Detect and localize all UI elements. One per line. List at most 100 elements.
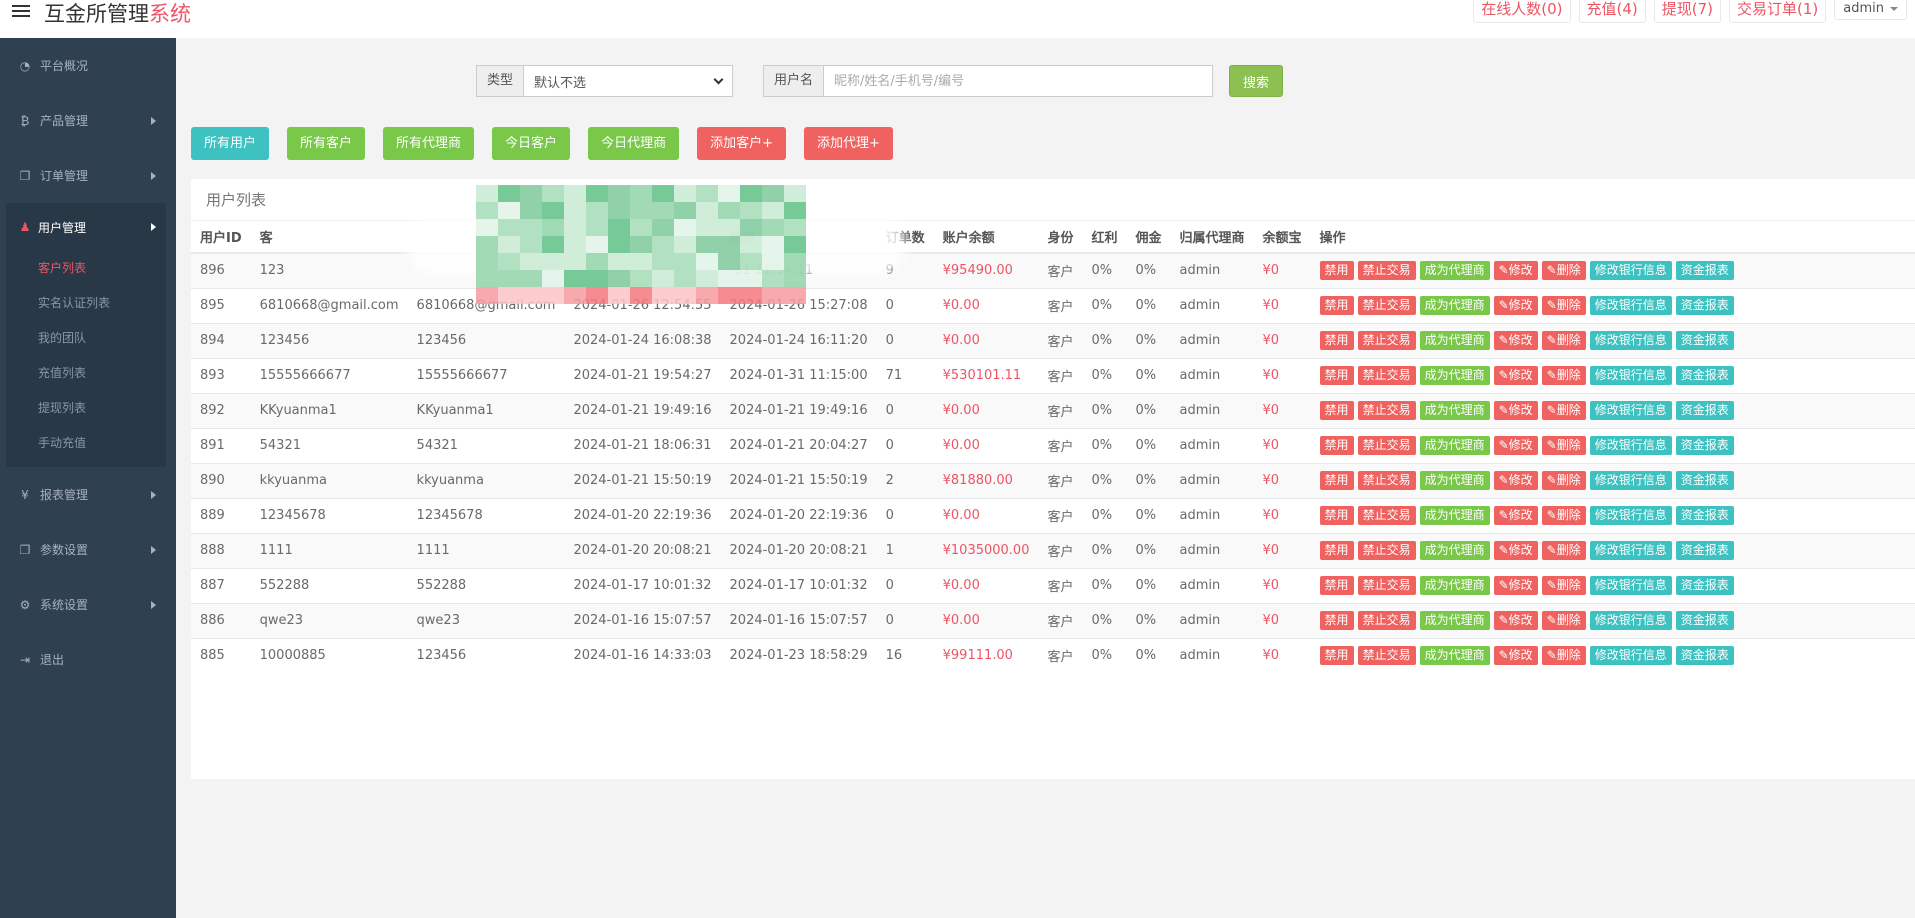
action-button[interactable]: 修改银行信息 [1589, 646, 1672, 666]
action-button[interactable]: ✎删除 [1541, 401, 1586, 420]
submenu-item[interactable]: 提现列表 [6, 391, 166, 426]
action-button[interactable]: ✎删除 [1541, 331, 1586, 350]
action-button[interactable]: ✎修改 [1493, 576, 1538, 595]
search-button[interactable]: 搜索 [1229, 65, 1284, 97]
action-button[interactable]: 禁止交易 [1357, 296, 1416, 315]
submenu-item[interactable]: 客户列表 [6, 251, 166, 286]
action-button[interactable]: 禁用 [1319, 296, 1354, 315]
action-button[interactable]: 禁用 [1319, 541, 1354, 560]
action-button[interactable]: 禁用 [1319, 401, 1354, 420]
action-button[interactable]: 禁用 [1319, 646, 1354, 666]
action-button[interactable]: 修改银行信息 [1589, 331, 1672, 350]
action-button[interactable]: 禁用 [1319, 506, 1354, 525]
action-button[interactable]: 成为代理商 [1419, 646, 1490, 666]
admin-dropdown[interactable]: admin [1834, 0, 1907, 20]
action-button[interactable]: 资金报表 [1675, 646, 1734, 666]
filter-button[interactable]: 添加代理+ [803, 127, 893, 160]
action-button[interactable]: 禁止交易 [1357, 331, 1416, 350]
action-button[interactable]: ✎修改 [1493, 471, 1538, 490]
submenu-item[interactable]: 充值列表 [6, 356, 166, 391]
action-button[interactable]: 资金报表 [1675, 471, 1734, 490]
action-button[interactable]: ✎删除 [1541, 296, 1586, 315]
action-button[interactable]: 禁用 [1319, 611, 1354, 630]
action-button[interactable]: 禁用 [1319, 576, 1354, 595]
action-button[interactable]: ✎删除 [1541, 366, 1586, 385]
action-button[interactable]: 禁止交易 [1357, 541, 1416, 560]
filter-button[interactable]: 今日客户 [492, 127, 571, 160]
action-button[interactable]: ✎删除 [1541, 576, 1586, 595]
action-button[interactable]: 修改银行信息 [1589, 296, 1672, 315]
action-button[interactable]: 禁止交易 [1357, 436, 1416, 455]
action-button[interactable]: 禁止交易 [1357, 471, 1416, 490]
action-button[interactable]: 修改银行信息 [1589, 576, 1672, 595]
action-button[interactable]: 资金报表 [1675, 296, 1734, 315]
action-button[interactable]: 禁止交易 [1357, 506, 1416, 525]
action-button[interactable]: 禁用 [1319, 366, 1354, 385]
action-button[interactable]: 成为代理商 [1419, 296, 1490, 315]
action-button[interactable]: 修改银行信息 [1589, 611, 1672, 630]
action-button[interactable]: ✎删除 [1541, 611, 1586, 630]
action-button[interactable]: 禁用 [1319, 261, 1354, 281]
filter-button[interactable]: 所有代理商 [383, 127, 475, 160]
action-button[interactable]: ✎修改 [1493, 296, 1538, 315]
sidebar-item-user-management-header[interactable]: ♟ 用户管理 [6, 203, 166, 251]
action-button[interactable]: 成为代理商 [1419, 541, 1490, 560]
submenu-item[interactable]: 手动充值 [6, 426, 166, 461]
menu-toggle-icon[interactable] [12, 2, 30, 18]
sidebar-item[interactable]: ⇥ 退出 [0, 632, 176, 687]
trade-orders-link[interactable]: 交易订单(1) [1729, 0, 1827, 23]
type-select[interactable]: 默认不选 [523, 65, 734, 97]
action-button[interactable]: ✎修改 [1493, 506, 1538, 525]
sidebar-item[interactable]: ₿ 产品管理 [0, 93, 176, 148]
action-button[interactable]: 修改银行信息 [1589, 506, 1672, 525]
action-button[interactable]: 资金报表 [1675, 331, 1734, 350]
action-button[interactable]: ✎修改 [1493, 261, 1538, 281]
action-button[interactable]: ✎删除 [1541, 646, 1586, 666]
action-button[interactable]: 成为代理商 [1419, 611, 1490, 630]
sidebar-item[interactable]: ¥ 报表管理 [0, 467, 176, 522]
action-button[interactable]: ✎修改 [1493, 366, 1538, 385]
action-button[interactable]: ✎修改 [1493, 436, 1538, 455]
action-button[interactable]: ✎删除 [1541, 436, 1586, 455]
username-search-input[interactable] [823, 65, 1214, 97]
action-button[interactable]: ✎删除 [1541, 261, 1586, 281]
action-button[interactable]: ✎修改 [1493, 541, 1538, 560]
action-button[interactable]: 修改银行信息 [1589, 401, 1672, 420]
action-button[interactable]: 成为代理商 [1419, 401, 1490, 420]
action-button[interactable]: 禁止交易 [1357, 611, 1416, 630]
filter-button[interactable]: 今日代理商 [588, 127, 680, 160]
sidebar-item[interactable]: ⚙ 系统设置 [0, 577, 176, 632]
action-button[interactable]: 禁用 [1319, 331, 1354, 350]
sidebar-item[interactable]: ❐ 参数设置 [0, 522, 176, 577]
recharge-link[interactable]: 充值(4) [1578, 0, 1646, 23]
action-button[interactable]: 禁用 [1319, 471, 1354, 490]
action-button[interactable]: 成为代理商 [1419, 261, 1490, 281]
action-button[interactable]: 修改银行信息 [1589, 436, 1672, 455]
filter-button[interactable]: 添加客户+ [697, 127, 786, 160]
action-button[interactable]: 资金报表 [1675, 261, 1734, 281]
sidebar-item[interactable]: ◔ 平台概况 [0, 38, 176, 93]
action-button[interactable]: 资金报表 [1675, 506, 1734, 525]
action-button[interactable]: 资金报表 [1675, 576, 1734, 595]
action-button[interactable]: 成为代理商 [1419, 506, 1490, 525]
action-button[interactable]: 修改银行信息 [1589, 471, 1672, 490]
action-button[interactable]: 禁止交易 [1357, 366, 1416, 385]
withdraw-link[interactable]: 提现(7) [1653, 0, 1722, 23]
action-button[interactable]: 禁止交易 [1357, 646, 1416, 666]
submenu-item[interactable]: 我的团队 [6, 321, 166, 356]
action-button[interactable]: ✎修改 [1493, 611, 1538, 630]
filter-button[interactable]: 所有用户 [191, 127, 270, 160]
action-button[interactable]: 修改银行信息 [1589, 541, 1672, 560]
action-button[interactable]: 禁止交易 [1357, 576, 1416, 595]
action-button[interactable]: 成为代理商 [1419, 436, 1490, 455]
action-button[interactable]: 禁止交易 [1357, 401, 1416, 420]
action-button[interactable]: 禁用 [1319, 436, 1354, 455]
action-button[interactable]: ✎修改 [1493, 646, 1538, 666]
action-button[interactable]: 修改银行信息 [1589, 261, 1672, 281]
action-button[interactable]: 修改银行信息 [1589, 366, 1672, 385]
action-button[interactable]: 资金报表 [1675, 541, 1734, 560]
action-button[interactable]: ✎删除 [1541, 506, 1586, 525]
action-button[interactable]: ✎修改 [1493, 401, 1538, 420]
action-button[interactable]: 成为代理商 [1419, 366, 1490, 385]
submenu-item[interactable]: 实名认证列表 [6, 286, 166, 321]
